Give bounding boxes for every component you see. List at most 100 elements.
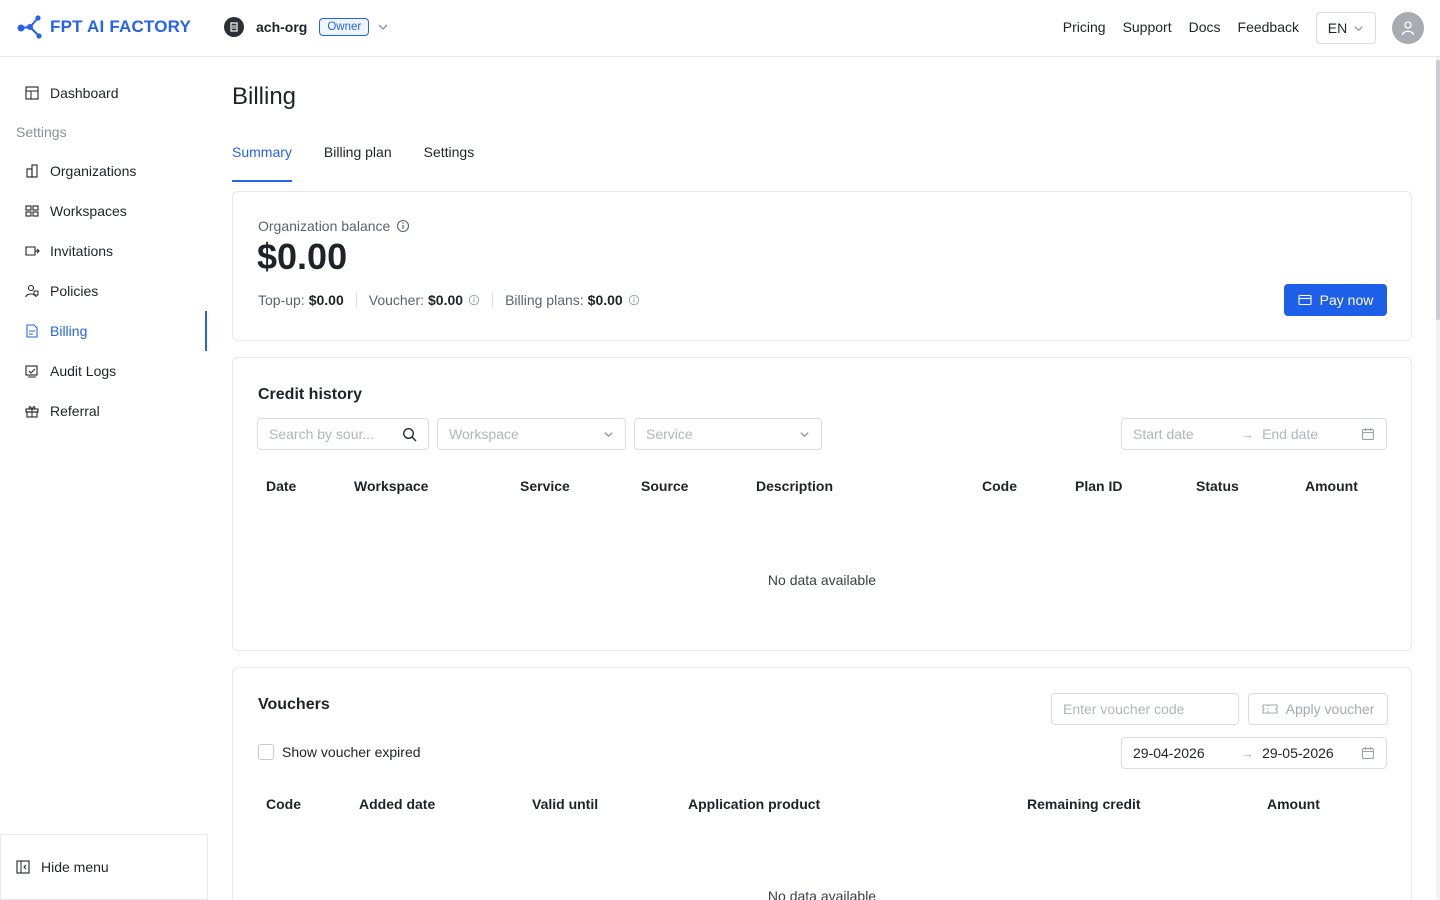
sidebar-section-settings: Settings	[16, 124, 67, 140]
org-name: ach-org	[256, 19, 308, 35]
chevron-down-icon	[800, 431, 809, 437]
search-placeholder: Search by sour...	[269, 426, 375, 442]
org-switcher[interactable]: ach-org Owner	[224, 17, 389, 37]
hide-menu-label: Hide menu	[41, 859, 109, 875]
end-date-placeholder: End date	[1262, 426, 1319, 442]
sidebar-item-referral[interactable]: Referral	[24, 401, 100, 421]
brand-name: FPT AI FACTORY	[50, 17, 192, 36]
vouchers-card: Vouchers Enter voucher code Apply vouche…	[232, 667, 1412, 900]
balance-breakdown: Top-up: $0.00 Voucher: $0.00 Billing pla…	[258, 292, 640, 308]
show-expired-label: Show voucher expired	[282, 744, 421, 760]
pay-now-button[interactable]: Pay now	[1284, 284, 1387, 316]
info-icon[interactable]	[396, 219, 410, 233]
sidebar-item-organizations[interactable]: Organizations	[24, 161, 136, 181]
collapse-menu-icon	[16, 860, 30, 874]
service-select[interactable]: Service	[634, 418, 822, 450]
sidebar-item-audit-logs[interactable]: Audit Logs	[24, 361, 116, 381]
network-icon	[17, 15, 42, 39]
credit-date-range[interactable]: Start date → End date	[1121, 418, 1387, 450]
column-header: Source	[641, 478, 689, 494]
billing-plans-value: $0.00	[587, 292, 623, 308]
sidebar-item-policies[interactable]: Policies	[24, 281, 98, 301]
sidebar-item-label: Billing	[50, 323, 88, 339]
show-expired-checkbox[interactable]	[258, 744, 274, 760]
workspace-select[interactable]: Workspace	[437, 418, 626, 450]
page-scrollbar-thumb[interactable]	[1436, 60, 1440, 320]
invitation-icon	[25, 246, 40, 256]
column-header: Added date	[359, 796, 436, 812]
tab-settings[interactable]: Settings	[424, 144, 475, 182]
nav-support[interactable]: Support	[1123, 19, 1172, 35]
column-header: Service	[520, 478, 570, 494]
vouchers-title: Vouchers	[258, 696, 330, 713]
apply-voucher-button[interactable]: Apply voucher	[1248, 693, 1388, 725]
chevron-down-icon[interactable]	[377, 21, 389, 33]
balance-label-row: Organization balance	[258, 218, 410, 234]
organization-icon	[26, 164, 38, 178]
balance-value: $0.00	[257, 236, 348, 277]
workspace-placeholder: Workspace	[449, 426, 519, 442]
show-expired-row[interactable]: Show voucher expired	[258, 744, 421, 760]
voucher-code-input[interactable]: Enter voucher code	[1051, 693, 1239, 725]
policy-icon	[25, 284, 39, 298]
billing-icon	[26, 324, 38, 338]
credit-history-card: Credit history Search by sour... Workspa…	[232, 357, 1412, 651]
voucher-value: $0.00	[428, 292, 464, 308]
top-nav: Pricing Support Docs Feedback	[1063, 19, 1299, 35]
brand-logo[interactable]: FPT AI FACTORY	[16, 14, 191, 40]
info-icon[interactable]	[628, 294, 640, 306]
info-icon[interactable]	[468, 294, 480, 306]
arrow-right-icon: →	[1240, 426, 1255, 442]
sidebar-item-label: Referral	[50, 403, 100, 419]
column-header: Code	[982, 478, 1017, 494]
voucher-label: Voucher:	[368, 292, 425, 308]
topup-value: $0.00	[308, 292, 344, 308]
sidebar-item-label: Dashboard	[50, 85, 119, 101]
topup-label: Top-up:	[258, 292, 305, 308]
sidebar-item-billing[interactable]: Billing	[24, 321, 87, 341]
column-header: Description	[756, 478, 834, 494]
calendar-icon	[1362, 747, 1375, 759]
sidebar-item-label: Invitations	[50, 243, 114, 259]
credit-empty-state: No data available	[767, 572, 877, 588]
tab-summary[interactable]: Summary	[232, 144, 292, 182]
tab-billing-plan[interactable]: Billing plan	[324, 144, 392, 182]
billing-tabs: Summary Billing plan Settings	[232, 144, 474, 182]
search-icon	[403, 427, 417, 441]
voucher-date-range[interactable]: 29-04-2026 → 29-05-2026	[1121, 737, 1387, 769]
start-date-value: 29-04-2026	[1133, 745, 1205, 761]
workspace-icon	[25, 205, 39, 217]
role-badge: Owner	[319, 18, 370, 36]
org-building-icon	[224, 17, 244, 37]
chevron-down-icon	[1354, 25, 1363, 31]
search-input[interactable]: Search by sour...	[257, 418, 429, 450]
sidebar-item-workspaces[interactable]: Workspaces	[24, 201, 127, 221]
gift-icon	[25, 406, 39, 418]
column-header: Application product	[688, 796, 821, 812]
balance-card: Organization balance $0.00 Top-up: $0.00…	[232, 191, 1412, 341]
column-header: Plan ID	[1075, 478, 1123, 494]
dashboard-icon	[25, 86, 39, 100]
divider	[492, 293, 494, 307]
service-placeholder: Service	[646, 426, 693, 442]
sidebar: Dashboard Settings Organizations Workspa…	[0, 57, 208, 900]
balance-label: Organization balance	[258, 218, 391, 234]
hide-menu-button[interactable]: Hide menu	[0, 834, 208, 900]
nav-pricing[interactable]: Pricing	[1063, 19, 1106, 35]
sidebar-item-invitations[interactable]: Invitations	[24, 241, 113, 261]
voucher-code-placeholder: Enter voucher code	[1063, 701, 1185, 717]
audit-log-icon	[25, 365, 38, 378]
column-header: Code	[266, 796, 301, 812]
sidebar-item-label: Policies	[50, 283, 99, 299]
apply-voucher-label: Apply voucher	[1285, 701, 1375, 717]
nav-feedback[interactable]: Feedback	[1238, 19, 1299, 35]
language-select[interactable]: EN	[1316, 12, 1376, 44]
user-avatar[interactable]	[1392, 12, 1424, 44]
nav-docs[interactable]: Docs	[1189, 19, 1221, 35]
chevron-down-icon	[604, 431, 613, 437]
sidebar-item-dashboard[interactable]: Dashboard	[24, 83, 119, 103]
page-title: Billing	[232, 83, 297, 110]
column-header: Date	[266, 478, 297, 494]
pay-now-label: Pay now	[1319, 292, 1374, 308]
sidebar-item-label: Organizations	[50, 163, 137, 179]
